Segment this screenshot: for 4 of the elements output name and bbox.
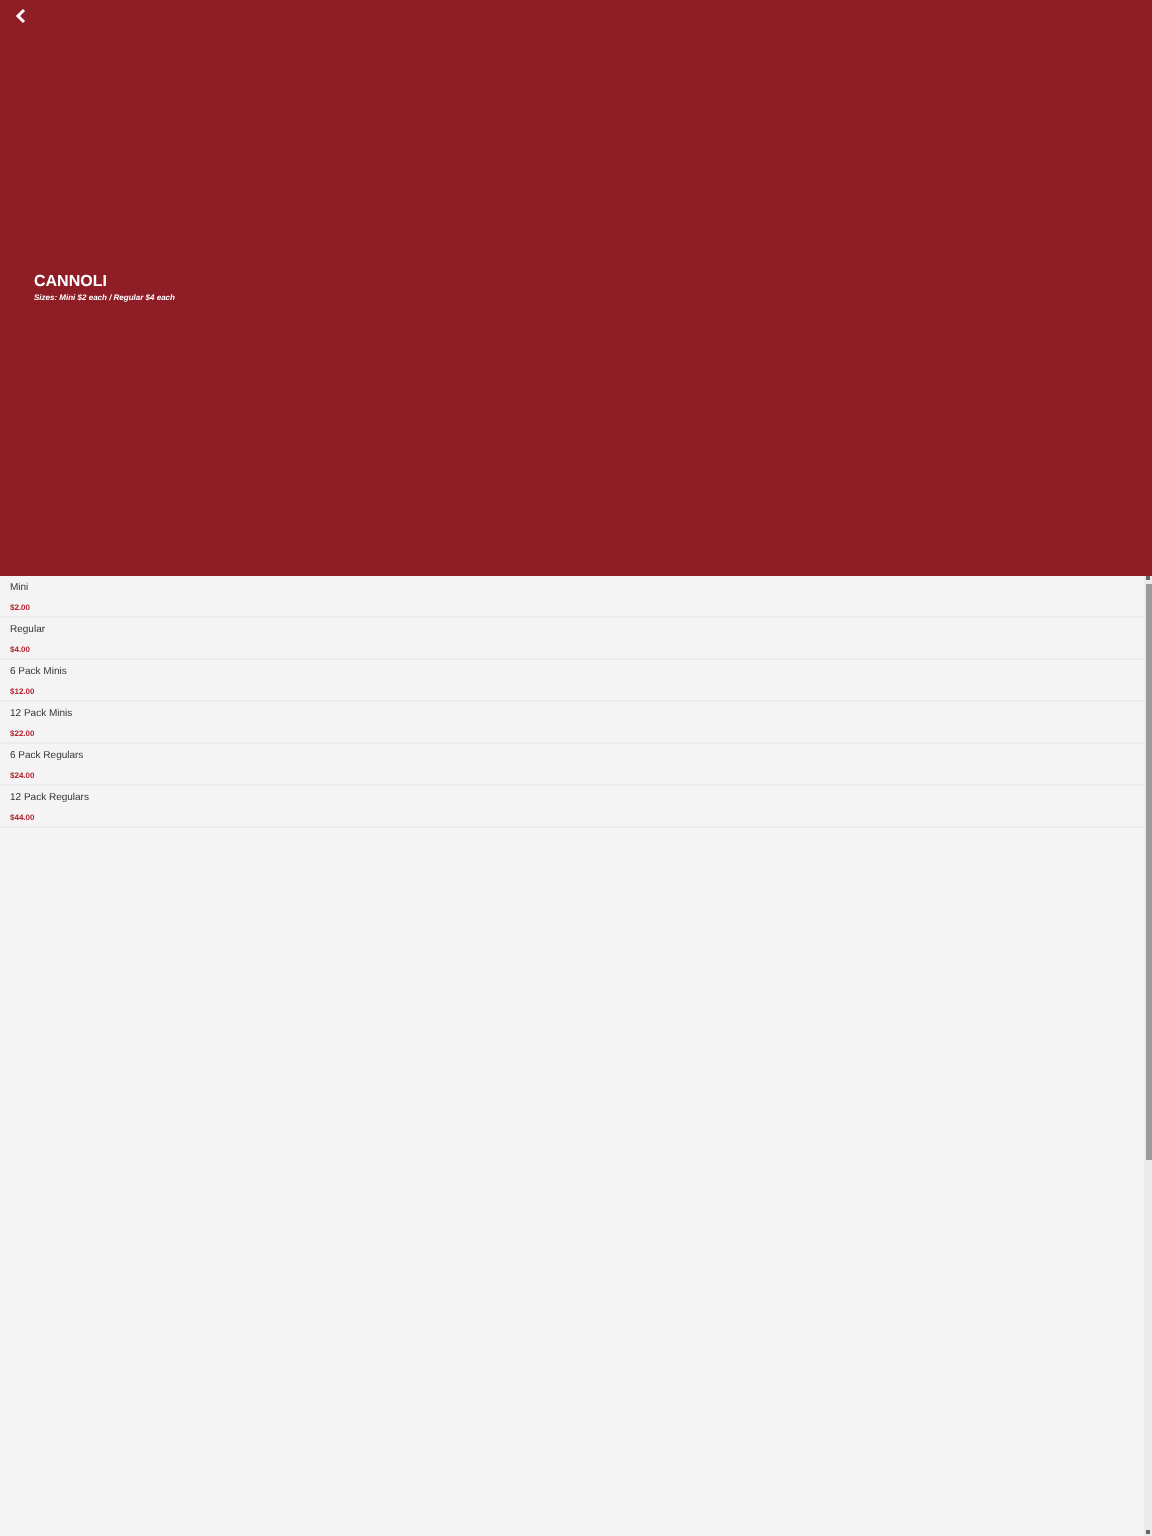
product-title: CANNOLI [34, 272, 109, 292]
scrollbar-drawing[interactable] [1144, 576, 1152, 1536]
back-button[interactable] [12, 8, 28, 24]
back-icon [14, 8, 26, 24]
